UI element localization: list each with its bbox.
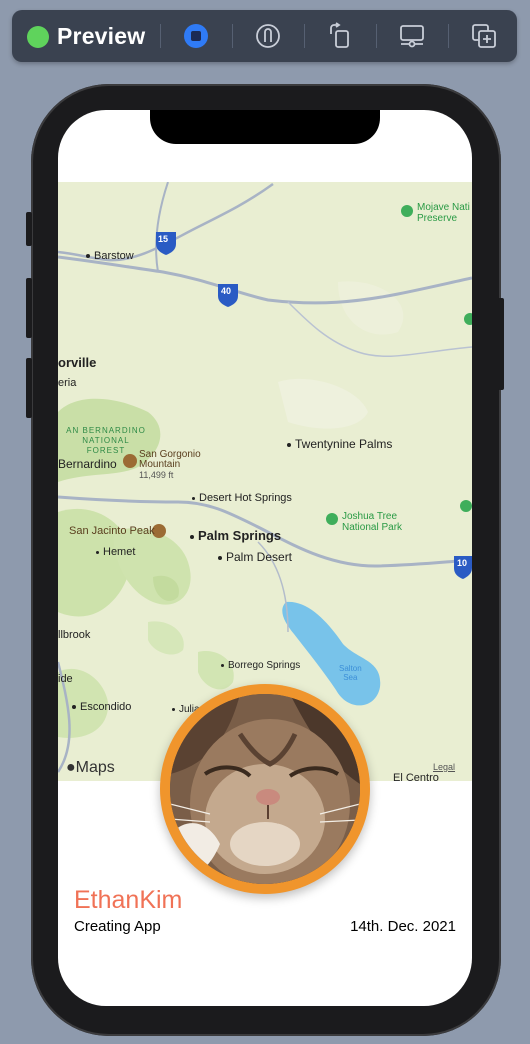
phone-screen: 15 40 10 Barstow Mojave Nati Preserve orv… (58, 110, 472, 1006)
map-label-salton-sea: Salton Sea (339, 664, 362, 682)
power-button (498, 298, 504, 390)
map-label-palm-springs: Palm Springs (190, 528, 281, 543)
route-40-label: 40 (221, 286, 232, 296)
cat-photo (170, 694, 360, 884)
map-label-escondido: Escondido (72, 701, 131, 713)
map-label-san-jacinto: San Jacinto Peak (69, 525, 155, 537)
map-label-mojave: Mojave Nati Preserve (417, 202, 470, 224)
map-label-fallbrook: llbrook (58, 629, 91, 641)
map-label-victorville: orville (58, 355, 97, 370)
mute-switch (26, 212, 32, 246)
device-notch (150, 110, 380, 144)
selectable-mode-button[interactable] (250, 20, 286, 52)
toolbar-divider (160, 24, 161, 48)
map-legal-link[interactable]: Legal (433, 762, 455, 772)
map-label-twentynine-palms: Twentynine Palms (287, 437, 392, 451)
map-label-san-bernardino: Bernardino (58, 457, 117, 471)
device-settings-button[interactable] (394, 20, 430, 52)
map-label-hemet: Hemet (96, 546, 135, 558)
profile-date: 14th. Dec. 2021 (350, 918, 456, 935)
toolbar-divider (232, 24, 233, 48)
map-label-joshua-tree: Joshua Tree National Park (342, 511, 403, 533)
add-preview-icon (472, 24, 496, 48)
map-label-palm-desert: Palm Desert (218, 550, 292, 564)
rotate-icon (330, 22, 349, 48)
rotate-device-button[interactable] (322, 20, 358, 52)
map-label-san-gorgonio: San Gorgonio Mountain 11,499 ft (139, 449, 201, 481)
toolbar-divider (376, 24, 377, 48)
apple-logo-icon: ● (66, 759, 76, 776)
map-label-barstow: Barstow (86, 250, 134, 262)
route-10-label: 10 (457, 558, 468, 568)
volume-up-button (26, 278, 32, 338)
toolbar-divider (304, 24, 305, 48)
map-label-desert-hot-springs: Desert Hot Springs (192, 492, 292, 504)
toolbar-title: Preview (57, 23, 146, 49)
map-label-borrego-springs: Borrego Springs (221, 660, 300, 671)
device-settings-icon (400, 25, 424, 48)
map-label-oceanside: ide (58, 673, 73, 685)
live-mode-button[interactable] (178, 20, 214, 52)
toolbar-divider (448, 24, 449, 48)
profile-avatar (160, 684, 370, 894)
duplicate-preview-button[interactable] (466, 20, 502, 52)
route-15-label: 15 (158, 234, 169, 244)
live-status-indicator (27, 26, 49, 48)
map-label-hesperia: eria (58, 377, 77, 389)
map-label-el-centro: El Centro (393, 772, 439, 781)
apple-maps-logo: ●Maps (66, 759, 115, 776)
profile-name: EthanKim (74, 886, 183, 914)
live-square-icon (184, 24, 208, 48)
pointer-tap-icon (256, 24, 280, 48)
volume-down-button (26, 358, 32, 418)
profile-role: Creating App (74, 918, 161, 935)
preview-toolbar: Preview (12, 10, 517, 62)
